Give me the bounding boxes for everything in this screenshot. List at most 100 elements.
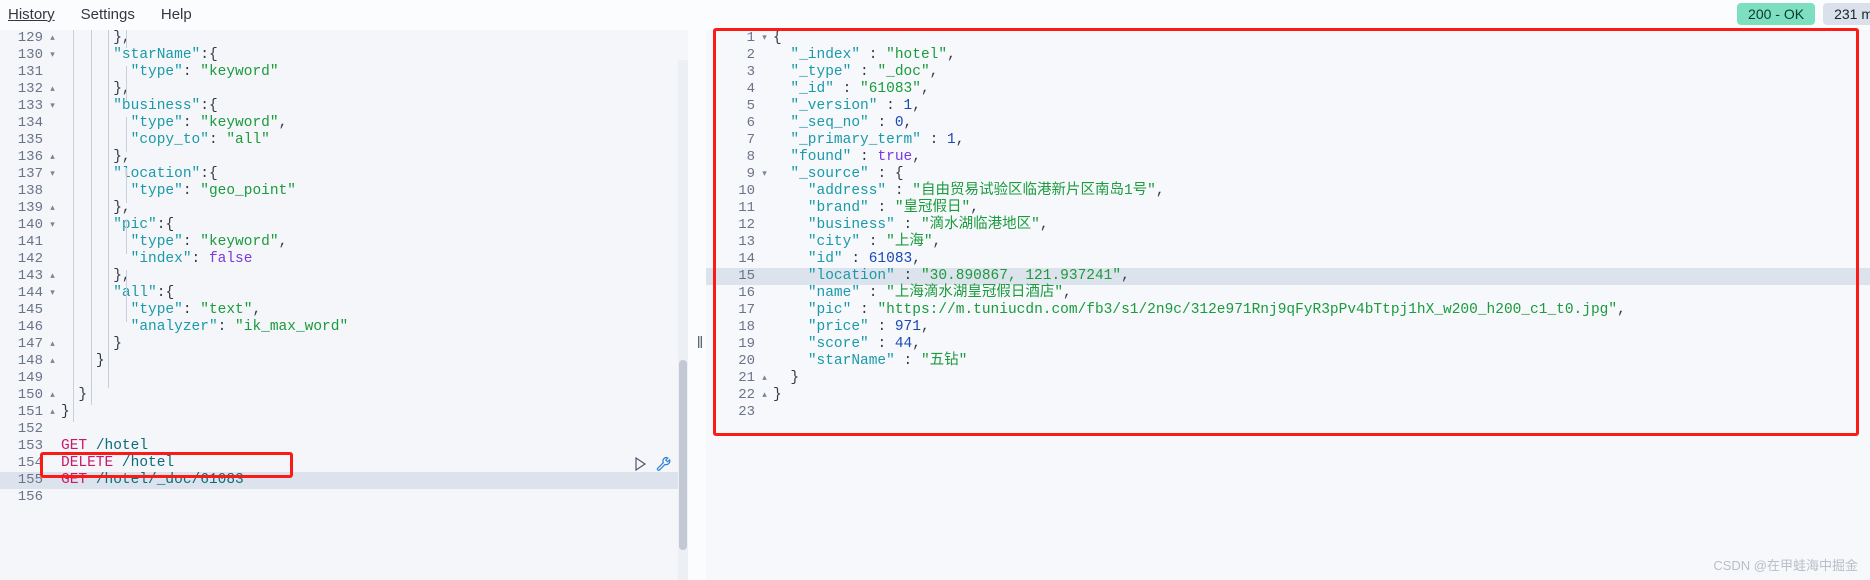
code-line[interactable]: 146 "analyzer": "ik_max_word" (0, 319, 688, 336)
code-line[interactable]: 22 ▴} (706, 387, 1870, 404)
status-badge-response-time: 231 m (1823, 3, 1870, 25)
code-line[interactable]: 8 "found" : true, (706, 149, 1870, 166)
fold-toggle-icon[interactable]: ▴ (46, 81, 59, 98)
code-line[interactable]: 148 ▴ } (0, 353, 688, 370)
editor-scrollbar[interactable] (678, 60, 688, 580)
code-line[interactable]: 23 (706, 404, 1870, 421)
line-number: 148 (17, 353, 43, 369)
line-number: 3 (746, 64, 755, 80)
code-line[interactable]: 139 ▴ }, (0, 200, 688, 217)
fold-toggle-icon[interactable]: ▾ (758, 166, 771, 183)
fold-toggle-icon[interactable]: ▴ (46, 336, 59, 353)
code-line[interactable]: 131 "type": "keyword" (0, 64, 688, 81)
code-text: "brand" : "皇冠假日", (807, 200, 979, 216)
line-number: 150 (17, 387, 43, 403)
fold-toggle-icon[interactable]: ▴ (46, 404, 59, 421)
code-line[interactable]: 142 "index": false (0, 251, 688, 268)
code-line[interactable]: 18 "price" : 971, (706, 319, 1870, 336)
code-line[interactable]: 150 ▴ } (0, 387, 688, 404)
code-line[interactable]: 140 ▾ "pic":{ (0, 217, 688, 234)
code-line[interactable]: 11 "brand" : "皇冠假日", (706, 200, 1870, 217)
code-line[interactable]: 141 "type": "keyword", (0, 234, 688, 251)
code-line[interactable]: 14 "id" : 61083, (706, 251, 1870, 268)
menu-item-settings[interactable]: Settings (81, 0, 135, 30)
code-text: "pic":{ (113, 217, 175, 233)
line-number: 18 (738, 319, 755, 335)
fold-toggle-icon[interactable]: ▴ (46, 149, 59, 166)
line-number: 144 (17, 285, 43, 301)
code-line[interactable]: 154 DELETE /hotel (0, 455, 688, 472)
response-viewer-pane[interactable]: 1 ▾{2 "_index" : "hotel", 3 "_type" : "_do… (706, 30, 1870, 580)
code-line[interactable]: 5 "_version" : 1, (706, 98, 1870, 115)
code-line[interactable]: 155 GET /hotel/_doc/61083 (0, 472, 688, 489)
line-number: 12 (738, 217, 755, 233)
play-icon[interactable] (634, 456, 647, 472)
code-line[interactable]: 156 (0, 489, 688, 506)
code-line[interactable]: 149 (0, 370, 688, 387)
fold-toggle-icon[interactable]: ▴ (758, 387, 771, 404)
code-line[interactable]: 10 "address" : "自由贸易试验区临港新片区南岛1号", (706, 183, 1870, 200)
line-number: 2 (746, 47, 755, 63)
fold-toggle-icon[interactable]: ▾ (46, 166, 59, 183)
fold-toggle-icon[interactable]: ▴ (46, 387, 59, 404)
pane-splitter-handle[interactable]: ‖ (694, 330, 706, 356)
fold-toggle-icon[interactable]: ▾ (758, 30, 771, 47)
fold-toggle-icon[interactable]: ▾ (46, 98, 59, 115)
code-line[interactable]: 15 "location" : "30.890867, 121.937241", (706, 268, 1870, 285)
code-line[interactable]: 153 GET /hotel (0, 438, 688, 455)
fold-toggle-icon[interactable]: ▴ (46, 30, 59, 47)
code-text: "business":{ (113, 98, 218, 114)
code-text: "score" : 44, (807, 336, 921, 352)
code-line[interactable]: 135 "copy_to": "all" (0, 132, 688, 149)
line-number: 21 (738, 370, 755, 386)
code-line[interactable]: 16 "name" : "上海滴水湖皇冠假日酒店", (706, 285, 1870, 302)
code-line[interactable]: 12 "business" : "滴水湖临港地区", (706, 217, 1870, 234)
code-line[interactable]: 130 ▾ "starName":{ (0, 47, 688, 64)
code-text: "pic" : "https://m.tuniucdn.com/fb3/s1/2… (807, 302, 1626, 318)
code-line[interactable]: 136 ▴ }, (0, 149, 688, 166)
fold-toggle-icon[interactable]: ▴ (46, 268, 59, 285)
code-text: "type": "keyword", (130, 234, 288, 250)
code-line[interactable]: 145 "type": "text", (0, 302, 688, 319)
wrench-icon[interactable] (656, 456, 672, 472)
code-line[interactable]: 152 (0, 421, 688, 438)
fold-toggle-icon[interactable]: ▴ (46, 200, 59, 217)
menu-item-help[interactable]: Help (161, 0, 192, 30)
code-line[interactable]: 138 "type": "geo_point" (0, 183, 688, 200)
code-line[interactable]: 132 ▴ }, (0, 81, 688, 98)
request-code-lines[interactable]: 129 ▴ }, 130 ▾ "starName":{131 "type": "key… (0, 30, 688, 506)
menu-item-history[interactable]: History (8, 0, 55, 30)
code-line[interactable]: 13 "city" : "上海", (706, 234, 1870, 251)
fold-toggle-icon[interactable]: ▾ (46, 217, 59, 234)
code-line[interactable]: 21 ▴ } (706, 370, 1870, 387)
line-number: 15 (738, 268, 755, 284)
code-line[interactable]: 133 ▾ "business":{ (0, 98, 688, 115)
line-number: 13 (738, 234, 755, 250)
code-line[interactable]: 144 ▾ "all":{ (0, 285, 688, 302)
code-line[interactable]: 2 "_index" : "hotel", (706, 47, 1870, 64)
line-number: 155 (17, 472, 43, 488)
editor-scrollbar-thumb[interactable] (679, 360, 687, 550)
code-line[interactable]: 151 ▴} (0, 404, 688, 421)
code-line[interactable]: 1 ▾{ (706, 30, 1870, 47)
line-number: 10 (738, 183, 755, 199)
fold-toggle-icon[interactable]: ▾ (46, 47, 59, 64)
code-line[interactable]: 143 ▴ }, (0, 268, 688, 285)
code-line[interactable]: 19 "score" : 44, (706, 336, 1870, 353)
code-line[interactable]: 17 "pic" : "https://m.tuniucdn.com/fb3/s… (706, 302, 1870, 319)
code-line[interactable]: 129 ▴ }, (0, 30, 688, 47)
fold-toggle-icon[interactable]: ▾ (46, 285, 59, 302)
code-line[interactable]: 9 ▾ "_source" : { (706, 166, 1870, 183)
code-line[interactable]: 3 "_type" : "_doc", (706, 64, 1870, 81)
request-editor-pane[interactable]: 129 ▴ }, 130 ▾ "starName":{131 "type": "key… (0, 30, 688, 580)
code-line[interactable]: 147 ▴ } (0, 336, 688, 353)
fold-toggle-icon[interactable]: ▴ (758, 370, 771, 387)
fold-toggle-icon[interactable]: ▴ (46, 353, 59, 370)
code-line[interactable]: 7 "_primary_term" : 1, (706, 132, 1870, 149)
code-line[interactable]: 134 "type": "keyword", (0, 115, 688, 132)
code-text: "location":{ (113, 166, 218, 182)
code-line[interactable]: 20 "starName" : "五钻" (706, 353, 1870, 370)
code-line[interactable]: 4 "_id" : "61083", (706, 81, 1870, 98)
code-line[interactable]: 137 ▾ "location":{ (0, 166, 688, 183)
code-line[interactable]: 6 "_seq_no" : 0, (706, 115, 1870, 132)
